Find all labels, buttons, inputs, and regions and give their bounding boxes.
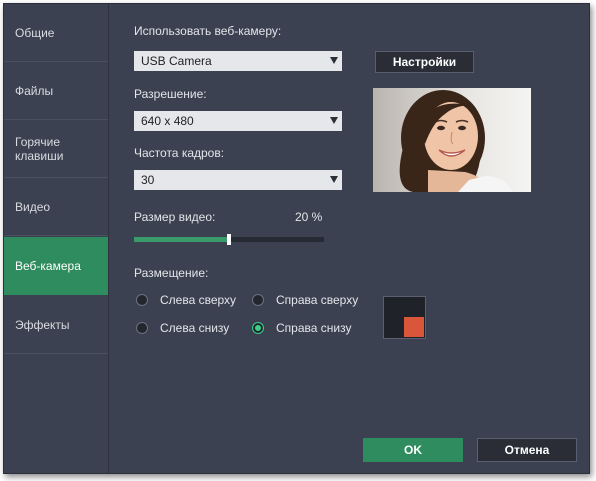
resolution-select[interactable]: 640 x 480	[134, 111, 342, 131]
sidebar-item-webcam[interactable]: Веб-камера	[4, 237, 108, 295]
placement-label: Размещение:	[134, 266, 209, 280]
size-slider-fill	[134, 237, 229, 242]
sidebar-item-label: Видео	[15, 199, 51, 214]
webcam-preview-illustration	[373, 88, 531, 192]
cancel-button[interactable]: Отмена	[477, 438, 577, 462]
fps-label: Частота кадров:	[134, 146, 225, 160]
radio-top-left-label[interactable]: Слева сверху	[160, 293, 236, 307]
radio-top-right[interactable]	[252, 294, 264, 306]
size-label: Размер видео:	[134, 210, 216, 224]
settings-button[interactable]: Настройки	[375, 51, 474, 73]
preferences-window: Общие Файлы Горячие клавиши Видео Веб-ка…	[3, 3, 590, 474]
sidebar-item-label: Файлы	[15, 83, 54, 98]
size-slider-handle[interactable]	[227, 234, 231, 245]
webcam-preview-image	[373, 88, 531, 192]
resolution-label: Разрешение:	[134, 87, 207, 101]
sidebar-item-general[interactable]: Общие	[4, 4, 108, 62]
sidebar-item-label: Горячие клавиши	[15, 134, 64, 163]
radio-bottom-right-label[interactable]: Справа снизу	[276, 321, 351, 335]
radio-top-right-label[interactable]: Справа сверху	[276, 293, 358, 307]
placement-preview	[383, 296, 426, 339]
resolution-select-value: 640 x 480	[141, 114, 194, 128]
sidebar-item-effects[interactable]: Эффекты	[4, 296, 108, 354]
ok-button[interactable]: OK	[363, 438, 463, 462]
camera-select[interactable]: USB Camera	[134, 51, 342, 71]
radio-top-left[interactable]	[136, 294, 148, 306]
sidebar-item-video[interactable]: Видео	[4, 178, 108, 236]
camera-select-value: USB Camera	[141, 54, 212, 68]
sidebar-item-label: Веб-камера	[15, 258, 81, 273]
chevron-down-icon	[330, 176, 338, 183]
placement-marker	[404, 317, 424, 337]
radio-bottom-right[interactable]	[252, 322, 264, 334]
sidebar: Общие Файлы Горячие клавиши Видео Веб-ка…	[4, 4, 109, 473]
fps-select-value: 30	[141, 173, 155, 187]
fps-select[interactable]: 30	[134, 170, 342, 190]
chevron-down-icon	[330, 117, 338, 124]
chevron-down-icon	[330, 57, 338, 64]
sidebar-item-files[interactable]: Файлы	[4, 62, 108, 120]
sidebar-item-label: Эффекты	[15, 317, 70, 332]
sidebar-item-label: Общие	[15, 25, 55, 40]
size-slider[interactable]	[134, 234, 324, 245]
camera-label: Использовать веб-камеру:	[134, 24, 282, 38]
radio-bottom-left-label[interactable]: Слева снизу	[160, 321, 229, 335]
size-value: 20 %	[295, 210, 323, 224]
sidebar-item-hotkeys[interactable]: Горячие клавиши	[4, 120, 108, 178]
radio-bottom-left[interactable]	[136, 322, 148, 334]
